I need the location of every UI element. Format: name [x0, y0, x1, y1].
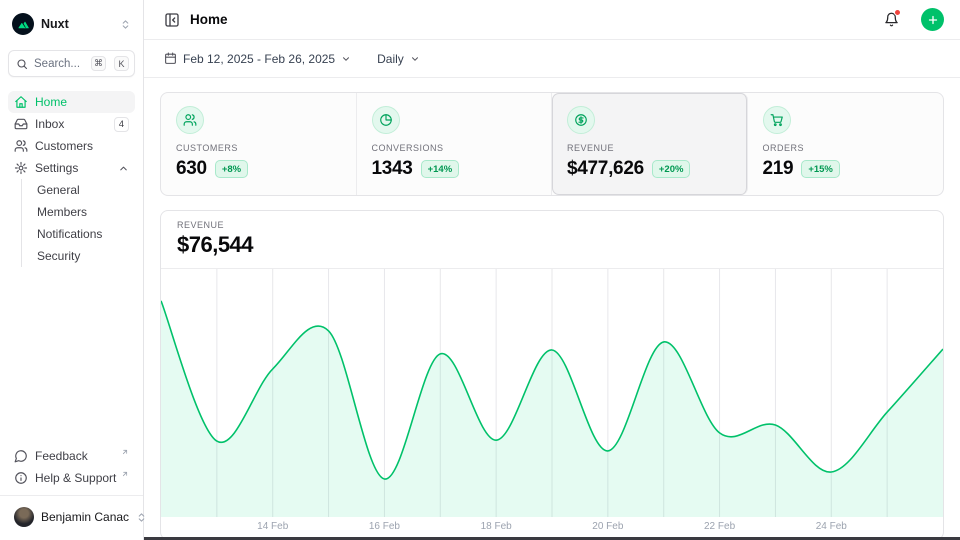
chevron-down-icon: [341, 54, 351, 64]
date-range-picker[interactable]: Feb 12, 2025 - Feb 26, 2025: [164, 52, 351, 66]
chevron-up-icon: [118, 163, 129, 174]
main-area: Home Feb 12, 2025 - Feb 26, 2025 Daily: [144, 0, 960, 540]
search-placeholder: Search...: [34, 58, 83, 70]
sidebar: Nuxt Search... ⌘ K Home: [0, 0, 144, 540]
stat-card-conversions[interactable]: CONVERSIONS 1343 +14%: [357, 93, 553, 195]
date-range-label: Feb 12, 2025 - Feb 26, 2025: [183, 52, 335, 66]
users-icon: [183, 113, 197, 127]
user-menu[interactable]: Benjamin Canac: [8, 502, 135, 532]
sidebar-item-home[interactable]: Home: [8, 91, 135, 113]
x-tick-label: 22 Feb: [704, 521, 735, 532]
add-button[interactable]: [921, 8, 944, 31]
stat-delta-badge: +20%: [652, 160, 691, 178]
nuxt-logo-icon: [12, 13, 34, 35]
x-tick-label: 16 Feb: [369, 521, 400, 532]
sidebar-item-general[interactable]: General: [35, 179, 135, 201]
notification-dot: [894, 9, 901, 16]
sidebar-item-customers[interactable]: Customers: [8, 135, 135, 157]
stat-value: 630: [176, 158, 207, 180]
external-link-icon: [121, 470, 129, 478]
granularity-select[interactable]: Daily: [377, 52, 420, 66]
stat-delta-badge: +14%: [421, 160, 460, 178]
sidebar-item-settings[interactable]: Settings: [8, 157, 135, 179]
sidebar-item-inbox[interactable]: Inbox 4: [8, 113, 135, 135]
stat-label: CONVERSIONS: [372, 143, 537, 153]
kbd-meta: ⌘: [91, 56, 106, 71]
settings-subnav: General Members Notifications Security: [21, 179, 135, 267]
sidebar-item-help-support[interactable]: Help & Support: [8, 467, 135, 489]
inbox-icon: [14, 117, 28, 131]
chevron-down-icon: [410, 54, 420, 64]
stat-value: 1343: [372, 158, 413, 180]
plus-icon: [927, 14, 939, 26]
collapse-sidebar-icon[interactable]: [164, 12, 180, 28]
sidebar-nav: Home Inbox 4 Customers Settings: [8, 91, 135, 267]
shopping-cart-icon: [770, 113, 784, 127]
x-tick-label: 18 Feb: [481, 521, 512, 532]
team-switcher[interactable]: Nuxt: [8, 8, 135, 40]
sidebar-item-label: General: [37, 183, 129, 197]
sidebar-item-label: Inbox: [35, 117, 107, 131]
info-circle-icon: [14, 471, 28, 485]
x-tick-label: 24 Feb: [816, 521, 847, 532]
inbox-count-badge: 4: [114, 117, 129, 132]
sidebar-footer: Feedback Help & Support Benjamin Canac: [8, 445, 135, 532]
sidebar-item-security[interactable]: Security: [35, 245, 135, 267]
sidebar-item-label: Home: [35, 95, 129, 109]
chart-x-axis: 14 Feb 16 Feb 18 Feb 20 Feb 22 Feb 24 Feb: [161, 517, 943, 539]
home-icon: [14, 95, 28, 109]
stat-label: ORDERS: [763, 143, 929, 153]
x-tick-label: 14 Feb: [257, 521, 288, 532]
notifications-button[interactable]: [879, 8, 903, 32]
user-avatar: [14, 507, 34, 527]
sidebar-item-label: Customers: [35, 139, 129, 153]
stat-card-orders[interactable]: ORDERS 219 +15%: [748, 93, 944, 195]
external-link-icon: [121, 448, 129, 456]
stat-card-customers[interactable]: CUSTOMERS 630 +8%: [161, 93, 357, 195]
circle-dollar-icon: [574, 113, 588, 127]
filters-toolbar: Feb 12, 2025 - Feb 26, 2025 Daily: [144, 40, 960, 78]
dashboard-app: Nuxt Search... ⌘ K Home: [0, 0, 960, 540]
sidebar-item-label: Security: [37, 249, 129, 263]
calendar-icon: [164, 52, 177, 65]
sidebar-item-feedback[interactable]: Feedback: [8, 445, 135, 467]
sidebar-item-members[interactable]: Members: [35, 201, 135, 223]
chevron-up-down-icon: [120, 19, 131, 30]
revenue-area-chart[interactable]: [161, 269, 943, 517]
main-header: Home: [144, 0, 960, 40]
revenue-chart-card: REVENUE $76,544 14 Feb 16 Feb 18 Feb 20 Feb…: [160, 210, 944, 540]
stat-label: CUSTOMERS: [176, 143, 341, 153]
x-tick-label: 20 Feb: [592, 521, 623, 532]
users-icon: [14, 139, 28, 153]
gear-icon: [14, 161, 28, 175]
content: CUSTOMERS 630 +8% CONVERSIONS 1343 +14%: [144, 78, 960, 540]
sidebar-item-notifications[interactable]: Notifications: [35, 223, 135, 245]
sidebar-item-label: Settings: [35, 161, 111, 175]
message-circle-icon: [14, 449, 28, 463]
stat-label: REVENUE: [567, 143, 732, 153]
chart-kpi-label: REVENUE: [177, 220, 927, 230]
stat-delta-badge: +8%: [215, 160, 248, 178]
chart-header: REVENUE $76,544: [161, 211, 943, 269]
kbd-k: K: [114, 56, 129, 71]
chart-kpi-value: $76,544: [177, 232, 927, 258]
stats-row: CUSTOMERS 630 +8% CONVERSIONS 1343 +14%: [160, 92, 944, 196]
stat-card-revenue[interactable]: REVENUE $477,626 +20%: [552, 93, 748, 195]
stat-delta-badge: +15%: [801, 160, 840, 178]
user-name: Benjamin Canac: [41, 510, 129, 524]
search-icon: [16, 58, 28, 70]
sidebar-divider: [0, 495, 143, 496]
sidebar-item-label: Notifications: [37, 227, 129, 241]
stat-value: 219: [763, 158, 794, 180]
chart-pie-icon: [379, 113, 393, 127]
sidebar-item-label: Help & Support: [35, 471, 118, 485]
granularity-label: Daily: [377, 52, 404, 66]
stat-value: $477,626: [567, 158, 644, 180]
sidebar-item-label: Feedback: [35, 449, 118, 463]
sidebar-item-label: Members: [37, 205, 129, 219]
team-name: Nuxt: [41, 17, 113, 31]
page-title: Home: [190, 12, 869, 27]
search-input[interactable]: Search... ⌘ K: [8, 50, 135, 77]
